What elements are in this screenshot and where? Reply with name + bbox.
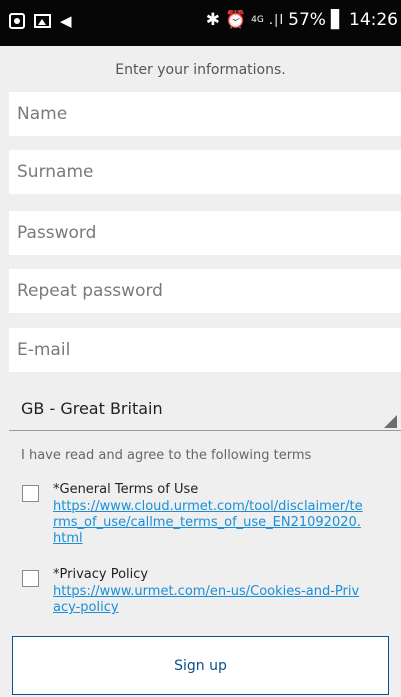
status-bar-left-icons: ◀ (9, 13, 72, 29)
bluetooth-icon: ✱ (205, 10, 220, 30)
surname-field[interactable] (9, 150, 401, 194)
form-hint: Enter your informations. (115, 62, 286, 78)
name-input[interactable] (17, 92, 401, 136)
status-bar: ◀ ✱ ⏰ 4G .∣l 57% ▋ 14:26 (0, 0, 401, 46)
email-field[interactable] (9, 328, 401, 372)
dropdown-triangle-icon (384, 415, 397, 428)
privacy-policy-link[interactable]: https://www.urmet.com/en-us/Cookies-and-… (53, 584, 363, 616)
battery-level: 57% (288, 10, 326, 30)
network-type: 4G (251, 15, 264, 25)
sign-up-button[interactable]: Sign up (12, 636, 389, 695)
clock: 14:26 (349, 10, 398, 30)
status-bar-right: ✱ ⏰ 4G .∣l 57% ▋ 14:26 (206, 10, 398, 30)
password-input[interactable] (17, 211, 401, 255)
repeat-password-field[interactable] (9, 269, 401, 313)
surname-input[interactable] (17, 150, 401, 194)
country-select[interactable]: GB - Great Britain (9, 387, 401, 431)
privacy-policy-row: *Privacy Policy https://www.urmet.com/en… (22, 566, 392, 616)
terms-of-use-link[interactable]: https://www.cloud.urmet.com/tool/disclai… (53, 499, 363, 547)
image-icon (34, 14, 51, 28)
terms-of-use-title: *General Terms of Use (53, 482, 199, 497)
send-icon: ◀ (60, 12, 72, 30)
battery-icon: ▋ (330, 10, 344, 30)
signal-icon: .∣l (268, 12, 284, 28)
terms-of-use-row: *General Terms of Use https://www.cloud.… (22, 481, 392, 547)
privacy-policy-title: *Privacy Policy (53, 567, 149, 582)
password-field[interactable] (9, 211, 401, 255)
privacy-policy-checkbox[interactable] (22, 570, 39, 587)
terms-of-use-checkbox[interactable] (22, 485, 39, 502)
email-input[interactable] (17, 328, 401, 372)
privacy-policy-text: *Privacy Policy https://www.urmet.com/en… (53, 566, 363, 616)
terms-intro: I have read and agree to the following t… (21, 448, 312, 463)
name-field[interactable] (9, 92, 401, 136)
country-value: GB - Great Britain (21, 399, 163, 418)
notification-icon (9, 13, 25, 29)
repeat-password-input[interactable] (17, 269, 401, 313)
terms-of-use-text: *General Terms of Use https://www.cloud.… (53, 481, 363, 547)
alarm-icon: ⏰ (225, 10, 247, 30)
